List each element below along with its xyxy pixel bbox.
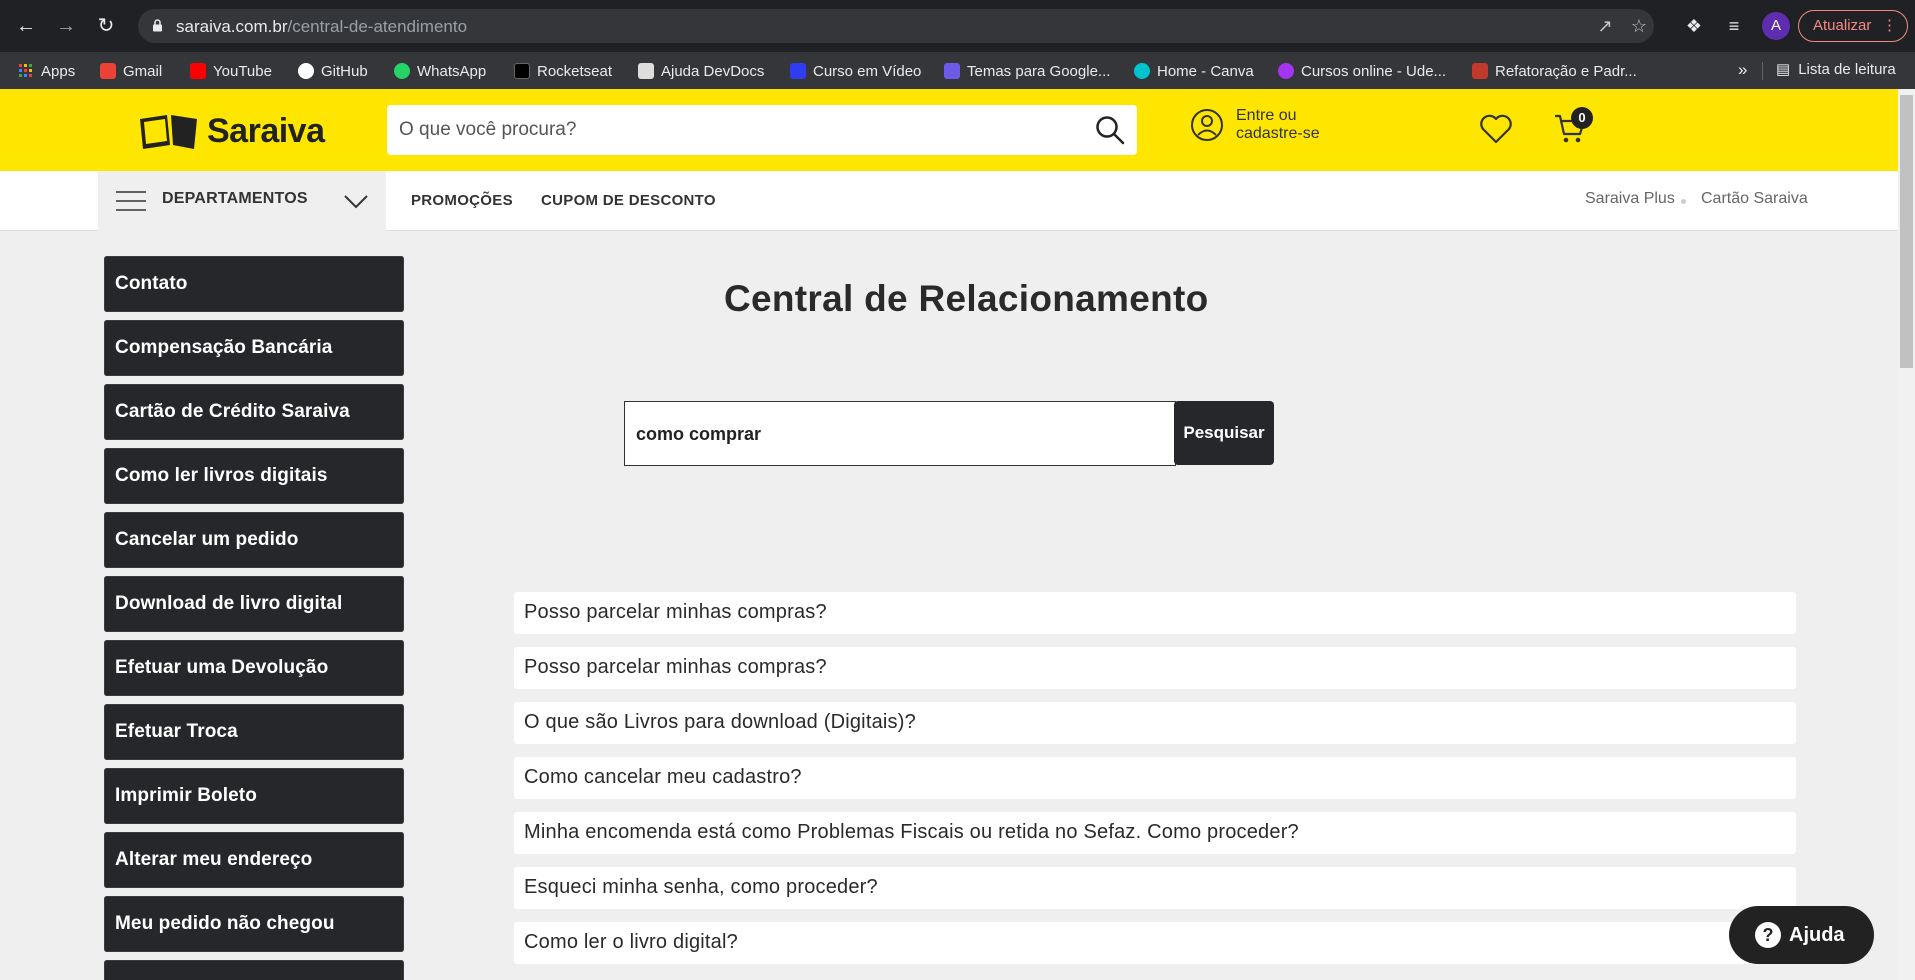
update-browser-button[interactable]: Atualizar ⋮ (1798, 10, 1908, 42)
sidebar-item-cartao-credito[interactable]: Cartão de Crédito Saraiva (104, 384, 404, 440)
bookmark-udemy[interactable]: Cursos online - Ude... (1278, 60, 1446, 82)
faq-item[interactable]: O que são Livros para download (Digitais… (514, 702, 1796, 744)
help-label: Ajuda (1789, 923, 1845, 946)
cart-count-badge: 0 (1571, 107, 1593, 129)
search-icon[interactable] (1095, 115, 1125, 145)
site-header: Saraiva Entre ou cadastre-se 0 (0, 89, 1898, 171)
user-icon (1191, 109, 1223, 141)
saraiva-logo[interactable]: Saraiva (137, 111, 325, 151)
media-playlist-icon[interactable]: ≡ (1720, 12, 1748, 40)
nav-separator-dot (1681, 199, 1686, 204)
github-icon (298, 63, 314, 79)
sidebar-item-compensacao-bancaria[interactable]: Compensação Bancária (104, 320, 404, 376)
help-topics-sidebar: Contato Compensação Bancária Cartão de C… (104, 256, 404, 980)
bookmark-star-icon[interactable]: ☆ (1628, 15, 1650, 37)
extensions-puzzle-icon[interactable]: ❖ (1680, 12, 1708, 40)
back-arrow-icon[interactable]: ← (12, 12, 40, 40)
login-line-2: cadastre-se (1236, 125, 1320, 142)
login-link[interactable]: Entre ou cadastre-se (1190, 107, 1320, 143)
address-bar[interactable]: saraiva.com.br/central-de-atendimento ↗ … (138, 9, 1654, 43)
faq-item[interactable]: Minha encomenda está como Problemas Fisc… (514, 812, 1796, 854)
canva-icon (1134, 63, 1150, 79)
main-navbar: DEPARTAMENTOS PROMOÇÕES CUPOM DE DESCONT… (0, 171, 1898, 231)
faq-item[interactable]: Posso parcelar minhas compras? (514, 647, 1796, 689)
bookmark-apps[interactable]: Apps (18, 60, 75, 82)
bookmark-whatsapp[interactable]: WhatsApp (394, 60, 486, 82)
bookmark-refactoring[interactable]: Refatoração e Padr... (1472, 60, 1637, 82)
nav-link-cupom[interactable]: CUPOM DE DESCONTO (541, 192, 716, 209)
apps-grid-icon (19, 64, 32, 77)
sidebar-item-contato[interactable]: Contato (104, 256, 404, 312)
faq-search-input[interactable] (636, 422, 1156, 446)
sidebar-item-pedido-nao-chegou[interactable]: Meu pedido não chegou (104, 896, 404, 952)
chevron-down-icon (344, 195, 368, 209)
gmail-icon (100, 63, 116, 79)
whatsapp-icon (394, 63, 410, 79)
departments-menu-button[interactable]: DEPARTAMENTOS (98, 171, 386, 231)
reading-list-button[interactable]: ▤ Lista de leitura (1776, 60, 1896, 79)
bookmark-themes[interactable]: Temas para Google... (944, 60, 1110, 82)
nav-link-promocoes[interactable]: PROMOÇÕES (411, 192, 513, 209)
url-text: saraiva.com.br/central-de-atendimento (176, 17, 468, 36)
sidebar-item-cancelar-pedido[interactable]: Cancelar um pedido (104, 512, 404, 568)
sidebar-item-boleto[interactable]: Imprimir Boleto (104, 768, 404, 824)
sidebar-item-devolucao[interactable]: Efetuar uma Devolução (104, 640, 404, 696)
scrollbar-thumb[interactable] (1900, 95, 1913, 368)
faq-search-field[interactable] (624, 401, 1176, 466)
refactoring-icon (1472, 63, 1488, 79)
sidebar-item-ler-livros-digitais[interactable]: Como ler livros digitais (104, 448, 404, 504)
departments-label: DEPARTAMENTOS (162, 190, 308, 207)
open-book-logo-icon (140, 115, 197, 149)
bookmark-youtube[interactable]: YouTube (190, 60, 272, 82)
cursoemvideo-icon (790, 63, 806, 79)
bookmarks-divider (1762, 62, 1763, 80)
login-line-1: Entre ou (1236, 107, 1297, 124)
faq-item[interactable]: Como cancelar meu cadastro? (514, 757, 1796, 799)
page-scrollbar[interactable] (1898, 89, 1915, 980)
faq-item[interactable]: Como ler o livro digital? (514, 922, 1796, 964)
bookmark-rocketseat[interactable]: Rocketseat (514, 60, 612, 82)
profile-avatar[interactable]: A (1762, 12, 1790, 40)
faq-item[interactable]: Esqueci minha senha, como proceder? (514, 867, 1796, 909)
browser-toolbar: ← → ↻ saraiva.com.br/central-de-atendime… (0, 0, 1915, 52)
sidebar-item-download-livro[interactable]: Download de livro digital (104, 576, 404, 632)
bookmark-devdocs[interactable]: Ajuda DevDocs (638, 60, 764, 82)
bookmark-gmail[interactable]: Gmail (100, 60, 162, 82)
lock-icon (153, 19, 162, 32)
help-chat-button[interactable]: ? Ajuda (1729, 906, 1874, 964)
product-search-input[interactable] (399, 115, 1079, 145)
bookmarks-bar: Apps Gmail YouTube GitHub WhatsApp Rocke… (0, 52, 1915, 89)
reload-icon[interactable]: ↻ (92, 12, 120, 40)
rocketseat-icon (514, 63, 530, 79)
udemy-icon (1278, 63, 1294, 79)
question-mark-icon: ? (1755, 922, 1781, 948)
sidebar-item-endereco[interactable]: Alterar meu endereço (104, 832, 404, 888)
nav-link-saraiva-plus[interactable]: Saraiva Plus (1585, 190, 1675, 208)
page-title: Central de Relacionamento (724, 278, 1209, 319)
faq-list: Posso parcelar minhas compras? Posso par… (514, 592, 1796, 977)
search-button[interactable]: Pesquisar (1174, 401, 1274, 465)
faq-item[interactable]: Posso parcelar minhas compras? (514, 592, 1796, 634)
wishlist-heart-icon[interactable] (1478, 111, 1514, 147)
reading-list-icon: ▤ (1776, 61, 1791, 78)
youtube-icon (190, 63, 206, 79)
hamburger-menu-icon (116, 191, 146, 211)
menu-kebab-icon[interactable]: ⋮ (1882, 11, 1897, 41)
bookmark-github[interactable]: GitHub (298, 60, 368, 82)
devdocs-icon (638, 63, 654, 79)
themes-icon (944, 63, 960, 79)
bookmark-canva[interactable]: Home - Canva (1134, 60, 1254, 82)
sidebar-item-troca[interactable]: Efetuar Troca (104, 704, 404, 760)
bookmarks-overflow-button[interactable]: » (1738, 60, 1747, 80)
forward-arrow-icon[interactable]: → (52, 12, 80, 40)
sidebar-item-more[interactable] (104, 960, 404, 980)
nav-link-cartao-saraiva[interactable]: Cartão Saraiva (1701, 190, 1808, 208)
share-icon[interactable]: ↗ (1594, 15, 1616, 37)
product-search[interactable] (387, 105, 1137, 155)
bookmark-cursoemvideo[interactable]: Curso em Vídeo (790, 60, 921, 82)
